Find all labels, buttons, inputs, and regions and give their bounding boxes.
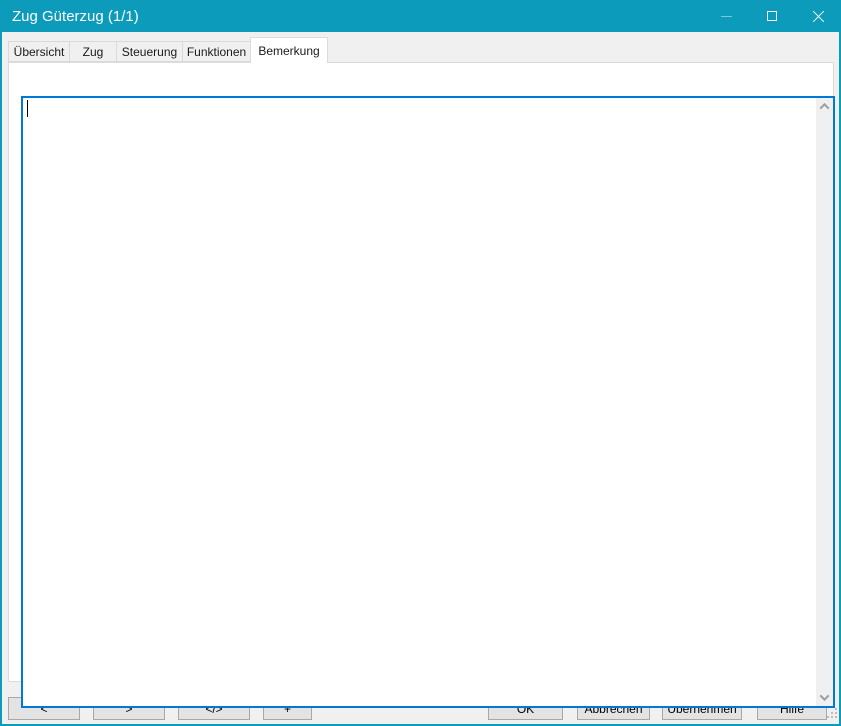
tab-strip: Übersicht Zug Steuerung Funktionen Bemer… — [8, 37, 328, 63]
close-icon — [812, 10, 825, 23]
dialog-window: Zug Güterzug (1/1) Übersicht Zug Steueru… — [0, 0, 841, 726]
minimize-icon — [721, 16, 732, 17]
titlebar[interactable]: Zug Güterzug (1/1) — [0, 0, 841, 32]
scroll-up-button[interactable] — [816, 98, 833, 115]
resize-grip-dots-icon — [827, 716, 829, 718]
window-title: Zug Güterzug (1/1) — [12, 8, 139, 25]
window-controls — [703, 0, 841, 32]
tab-funktionen[interactable]: Funktionen — [182, 41, 251, 62]
close-button[interactable] — [795, 0, 841, 32]
dialog-client-area: Übersicht Zug Steuerung Funktionen Bemer… — [2, 32, 839, 724]
maximize-button[interactable] — [749, 0, 795, 32]
tab-page-bemerkung — [8, 62, 834, 682]
scroll-down-button[interactable] — [816, 689, 833, 706]
text-caret — [27, 100, 28, 117]
tab-uebersicht[interactable]: Übersicht — [8, 41, 70, 62]
tab-zug[interactable]: Zug — [69, 41, 117, 62]
resize-grip[interactable] — [826, 707, 838, 719]
maximize-icon — [767, 11, 777, 21]
chevron-up-icon — [820, 103, 830, 113]
tab-bemerkung[interactable]: Bemerkung — [250, 37, 328, 63]
vertical-scrollbar[interactable] — [816, 98, 833, 706]
bemerkung-textarea[interactable] — [21, 96, 835, 708]
tab-steuerung[interactable]: Steuerung — [116, 41, 183, 62]
minimize-button[interactable] — [703, 0, 749, 32]
chevron-down-icon — [820, 691, 830, 701]
